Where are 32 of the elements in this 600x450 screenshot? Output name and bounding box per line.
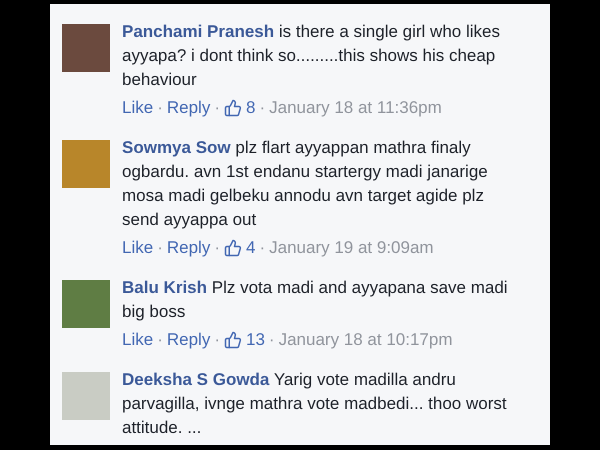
separator-dot: · (157, 330, 163, 350)
like-count: 8 (246, 98, 256, 118)
comment-text: Panchami Pranesh is there a single girl who likes ayyapa? i dont think so.........this shows his cheap behaviour (122, 21, 501, 91)
comment-action-link[interactable]: Like (122, 330, 154, 350)
thumbs-up-icon (224, 99, 242, 117)
avatar-photo-placeholder (62, 280, 110, 328)
comment-time: January 18 at 10:17pm (278, 330, 452, 350)
separator-dot: · (259, 98, 266, 118)
separator-dot: · (214, 98, 220, 118)
avatar-photo-placeholder (62, 24, 110, 72)
separator-dot: · (268, 330, 275, 350)
separator-dot: · (157, 98, 163, 118)
comment-text: Deeksha S Gowda Yarig vote madilla andru parvagilla, ivnge mathra vote madbedi... thoo worst attitude. ... (122, 369, 508, 439)
comment-action-link[interactable]: Like (122, 98, 154, 118)
thumbs-up-icon (224, 239, 242, 257)
comment-time: January 19 at 9:09am (269, 238, 434, 258)
comment-text: Sowmya Sow plz flart ayyappan mathra finaly ogbardu. avn 1st endanu startergy madi janarige mosa madi gelbeku annodu avn target agide plz send ayyappa out (122, 137, 489, 231)
like-count: 13 (246, 330, 265, 350)
separator-dot: · (214, 330, 220, 350)
separator-dot: · (157, 238, 163, 258)
thumbs-up-icon (224, 331, 242, 349)
separator-dot: · (214, 238, 220, 258)
avatar-photo-placeholder (62, 140, 110, 188)
comment-text: Balu Krish Plz vota madi and ayyapana save madi big boss (122, 277, 509, 323)
comment-action-link[interactable]: Reply (166, 238, 210, 258)
avatar-photo-placeholder (62, 372, 110, 420)
separator-dot: · (259, 238, 266, 258)
like-count: 4 (246, 238, 256, 258)
comment-action-link[interactable]: Like (122, 238, 154, 258)
comment-action-link[interactable]: Reply (166, 330, 210, 350)
comment-action-link[interactable]: Reply (166, 98, 210, 118)
comment-time: January 18 at 11:36pm (269, 98, 442, 118)
